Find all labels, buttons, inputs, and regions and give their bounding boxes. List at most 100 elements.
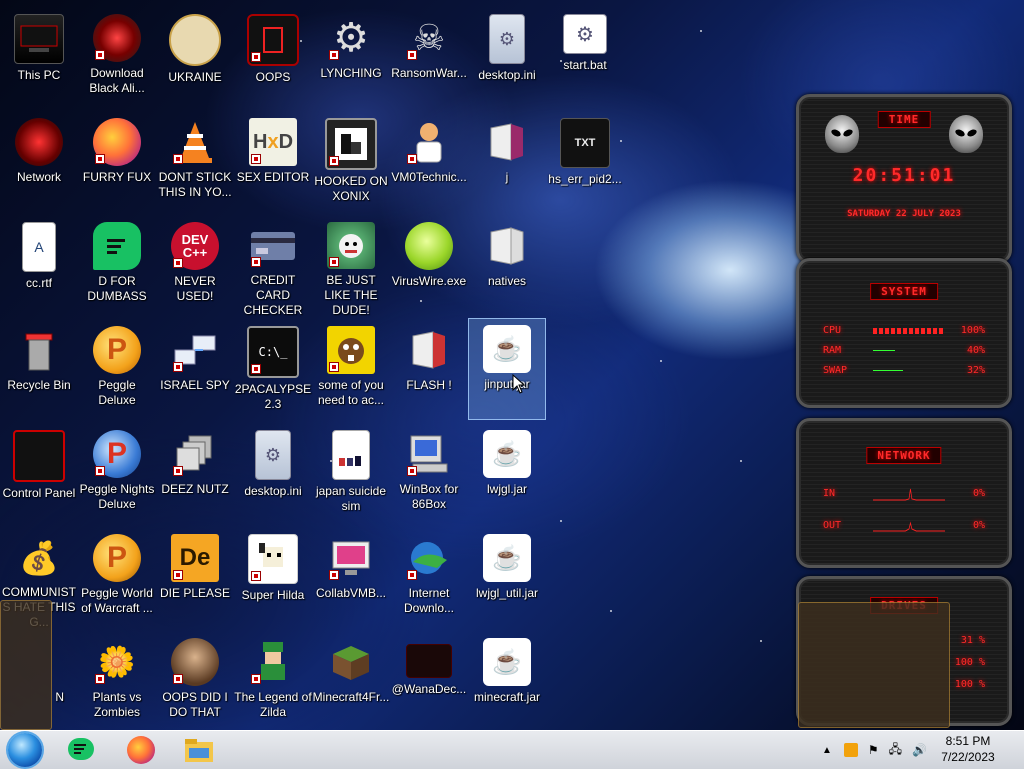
desktop-icon-viruswire[interactable]: VirusWire.exe (390, 216, 468, 318)
taskbar-clock[interactable]: 8:51 PM 7/22/2023 (936, 733, 1000, 765)
time-gadget[interactable]: TIME 20:51:01 SATURDAY 22 JULY 2023 (796, 94, 1012, 264)
desktop-icon-hs-err-pid[interactable]: TXT hs_err_pid2... (546, 112, 624, 214)
zelda-icon (249, 638, 297, 686)
network-status-icon[interactable]: 🖧 (889, 740, 902, 761)
xonix-icon (325, 118, 377, 170)
computer-icon (14, 14, 64, 64)
tray-app-icon[interactable] (843, 743, 858, 757)
eye-icon (93, 14, 141, 62)
shortcut-arrow-icon (173, 258, 183, 268)
desktop-icon-desktop-ini[interactable]: ⚙ desktop.ini (468, 8, 546, 110)
desktop-icon-peggle-deluxe[interactable]: P Peggle Deluxe (78, 320, 156, 422)
desktop-icon-oops-did-i[interactable]: OOPS DID I DO THAT (156, 632, 234, 734)
desktop-icon-some-of-you[interactable]: some of you need to ac... (312, 320, 390, 422)
desktop-icon-jinput-jar[interactable]: ☕ jinput.jar (468, 318, 546, 420)
desktop-icon-lynching[interactable]: ⚙ LYNCHING (312, 8, 390, 110)
network-icon (15, 118, 63, 166)
desktop-icon-minecraft4free[interactable]: Minecraft4Fr... (312, 632, 390, 734)
shortcut-arrow-icon (329, 50, 339, 60)
desktop-icon-furry-fux[interactable]: FURRY FUX (78, 112, 156, 214)
shortcut-arrow-icon (251, 52, 261, 62)
peggle-icon: P (93, 534, 141, 582)
desktop-icon-j[interactable]: j (468, 112, 546, 214)
desktop-icon-lwjgl-jar[interactable]: ☕ lwjgl.jar (468, 424, 546, 526)
desktop-icon-desktop-ini-2[interactable]: ⚙ desktop.ini (234, 424, 312, 526)
desktop-icon-network[interactable]: Network (0, 112, 78, 214)
desktop-icon-recycle-bin[interactable]: Recycle Bin (0, 320, 78, 422)
desktop-icon-peggle-nights[interactable]: P Peggle Nights Deluxe (78, 424, 156, 526)
grass-block-icon (327, 638, 375, 686)
control-panel-icon (13, 430, 65, 482)
drive-3-value: 100 % (954, 679, 985, 690)
peggle-icon: P (93, 326, 141, 374)
desktop-icon-cc-rtf[interactable]: A cc.rtf (0, 216, 78, 318)
firefox-icon (93, 118, 141, 166)
ram-bar (873, 348, 945, 354)
desktop-icon-vm0technic[interactable]: VM0Technic... (390, 112, 468, 214)
shortcut-arrow-icon (329, 362, 339, 372)
desktop-icon-start-bat[interactable]: ⚙ start.bat (546, 8, 624, 110)
desktop-icon-plants-vs-zombies[interactable]: 🌼 Plants vs Zombies (78, 632, 156, 734)
desktop-icon-legend-of-zilda[interactable]: The Legend of Zilda (234, 632, 312, 734)
desktop-icon-credit-card[interactable]: CREDIT CARD CHECKER (234, 216, 312, 318)
desktop-icon-minecraft-jar[interactable]: ☕ minecraft.jar (468, 632, 546, 734)
start-button[interactable] (8, 733, 42, 767)
hxd-icon: HxD (249, 118, 297, 166)
taskbar-file-explorer[interactable] (182, 734, 216, 766)
desktop-icon-dont-stick[interactable]: DONT STICK THIS IN YO... (156, 112, 234, 214)
ram-value: 40% (966, 345, 985, 356)
desktop-icon-die-please[interactable]: De DIE PLEASE (156, 528, 234, 630)
desktop-icon-sex-editor[interactable]: HxD SEX EDITOR (234, 112, 312, 214)
desktop-icon-collabvm[interactable]: CollabVMB... (312, 528, 390, 630)
desktop-icon-never-used[interactable]: DEV C++ NEVER USED! (156, 216, 234, 318)
taskbar-firefox[interactable] (124, 734, 158, 766)
system-row-swap: SWAP 32% (823, 365, 985, 376)
taskbar-chat-app[interactable] (64, 734, 98, 766)
file-explorer-icon (185, 739, 213, 762)
java-icon: ☕ (483, 534, 531, 582)
rtf-file-icon: A (22, 222, 56, 272)
desktop-icon-super-hilda[interactable]: Super Hilda (234, 528, 312, 630)
desktop-icon-d-for-dumbass[interactable]: D FOR DUMBASS (78, 216, 156, 318)
desktop-icon-peggle-wow[interactable]: P Peggle World of Warcraft ... (78, 528, 156, 630)
desktop-icon-download-black-ali[interactable]: Download Black Ali... (78, 8, 156, 110)
desktop-icon-winbox[interactable]: WinBox for 86Box (390, 424, 468, 526)
volume-icon[interactable]: 🔊 (912, 743, 927, 757)
beaver-icon (327, 326, 375, 374)
desktop-icon-wanadec[interactable]: @WanaDec... (390, 632, 468, 734)
terminal-icon: C:\_ (247, 326, 299, 378)
shortcut-arrow-icon (407, 466, 417, 476)
shortcut-arrow-icon (95, 466, 105, 476)
desktop-icon-hooked-on-xonix[interactable]: HOOKED ON XONIX (312, 112, 390, 214)
desktop-icon-internet-download[interactable]: Internet Downlo... (390, 528, 468, 630)
desktop-icon-be-just-like[interactable]: BE JUST LIKE THE DUDE! (312, 216, 390, 318)
desktop-icon-oops[interactable]: OOPS (234, 8, 312, 110)
desktop-icon-control-panel[interactable]: Control Panel (0, 424, 78, 526)
monitor-icon (327, 534, 375, 582)
limewire-icon (405, 222, 453, 270)
desktop-icon-ransomware[interactable]: ☠ RansomWar... (390, 8, 468, 110)
network-gadget[interactable]: NETWORK IN 0% OUT 0% (796, 418, 1012, 568)
chat-icon (93, 222, 141, 270)
desktop-icon-2pacalypse[interactable]: C:\_ 2PACALYPSE 2.3 (234, 320, 312, 422)
desktop-icon-natives[interactable]: natives (468, 216, 546, 318)
swap-bar (873, 368, 945, 374)
network-in-value: 0% (972, 487, 985, 499)
firefox-icon (127, 736, 155, 764)
desktop-icon-ukraine[interactable]: UKRAINE (156, 8, 234, 110)
action-center-flag-icon[interactable]: ⚑ (868, 743, 879, 757)
desktop-icon-deez-nutz[interactable]: DEEZ NUTZ (156, 424, 234, 526)
desktop-icon-israel-spy[interactable]: ISRAEL SPY (156, 320, 234, 422)
desktop-icon-this-pc[interactable]: This PC (0, 8, 78, 110)
desktop-icon-japan-suicide-sim[interactable]: japan suicide sim (312, 424, 390, 526)
shortcut-arrow-icon (407, 50, 417, 60)
show-hidden-icons-icon[interactable]: ▲ (822, 745, 832, 756)
desktop-icon-flash[interactable]: FLASH ! (390, 320, 468, 422)
pixel-icon (248, 534, 298, 584)
batch-file-icon: ⚙ (563, 14, 607, 54)
system-gadget[interactable]: SYSTEM CPU 100% RAM 40% SWAP 32% (796, 258, 1012, 408)
desktop-icon-lwjgl-util-jar[interactable]: ☕ lwjgl_util.jar (468, 528, 546, 630)
folder-icon (405, 326, 453, 374)
shortcut-arrow-icon (95, 50, 105, 60)
red-device-icon (247, 14, 299, 66)
